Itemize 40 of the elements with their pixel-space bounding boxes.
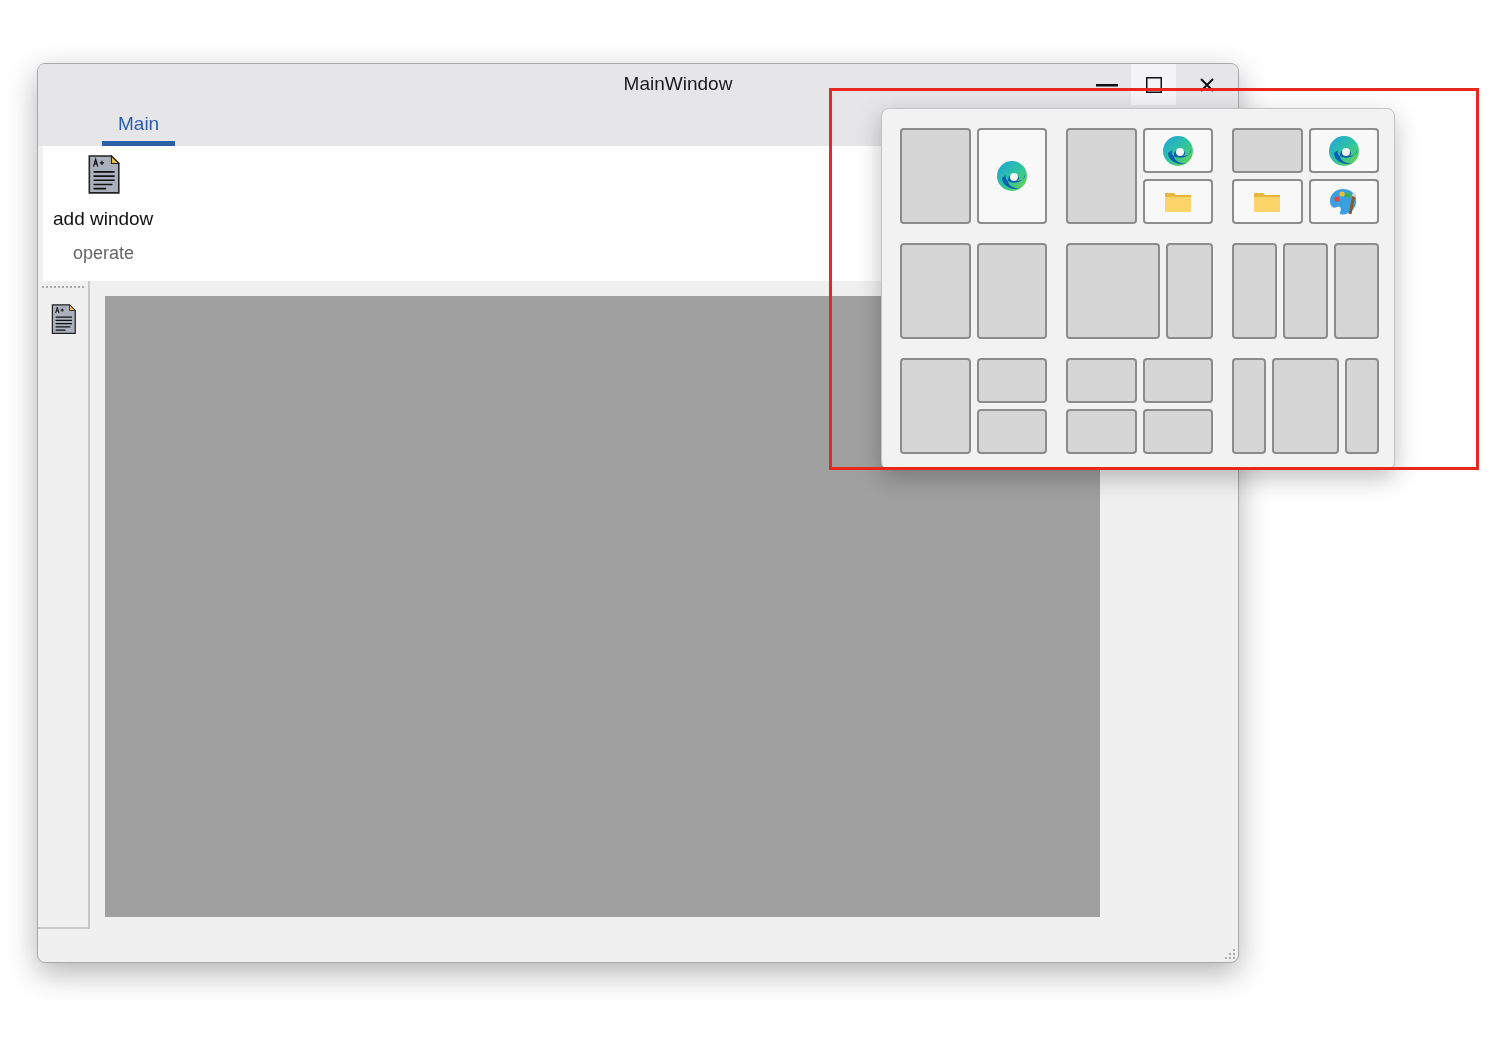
add-window-button[interactable]: add window (53, 155, 154, 244)
maximize-icon (1145, 76, 1162, 93)
browser-icon (1161, 134, 1194, 167)
snap-zone[interactable] (1283, 243, 1328, 339)
snap-zone[interactable] (1142, 179, 1213, 224)
snap-zone[interactable] (1066, 358, 1137, 403)
snap-zone[interactable] (976, 243, 1047, 339)
snap-zone[interactable] (1232, 243, 1277, 339)
snap-zone[interactable] (1308, 179, 1379, 224)
snap-zone[interactable] (976, 409, 1047, 454)
snap-zone[interactable] (1272, 358, 1339, 454)
browser-icon (1327, 134, 1360, 167)
snap-zone[interactable] (900, 243, 971, 339)
folder-icon (1163, 190, 1192, 213)
snap-zone[interactable] (1344, 358, 1379, 454)
minimize-icon (1096, 82, 1118, 87)
document-icon (49, 303, 77, 335)
snap-zone[interactable] (1232, 358, 1267, 454)
snap-zone[interactable] (1308, 128, 1379, 173)
snap-zone[interactable] (1334, 243, 1379, 339)
snap-zone[interactable] (1066, 128, 1137, 224)
snap-zone[interactable] (976, 358, 1047, 403)
size-grip-icon (1224, 948, 1236, 960)
snap-zone[interactable] (1142, 358, 1213, 403)
maximize-button[interactable] (1131, 64, 1176, 105)
snap-zone[interactable] (1066, 243, 1161, 339)
snap-zone[interactable] (976, 128, 1047, 224)
window-title: MainWindow (623, 72, 733, 97)
palette-icon (1328, 186, 1359, 217)
snap-zone[interactable] (1166, 243, 1213, 339)
snap-zone[interactable] (1142, 409, 1213, 454)
snap-zone[interactable] (1066, 409, 1137, 454)
folder-icon (1253, 190, 1282, 213)
snap-zone[interactable] (900, 128, 971, 224)
browser-icon (995, 160, 1028, 192)
snap-zone[interactable] (900, 358, 971, 454)
snap-zone[interactable] (1232, 128, 1303, 173)
snap-zone[interactable] (1232, 179, 1303, 224)
snap-zone[interactable] (1142, 128, 1213, 173)
group-label: operate (73, 244, 136, 262)
